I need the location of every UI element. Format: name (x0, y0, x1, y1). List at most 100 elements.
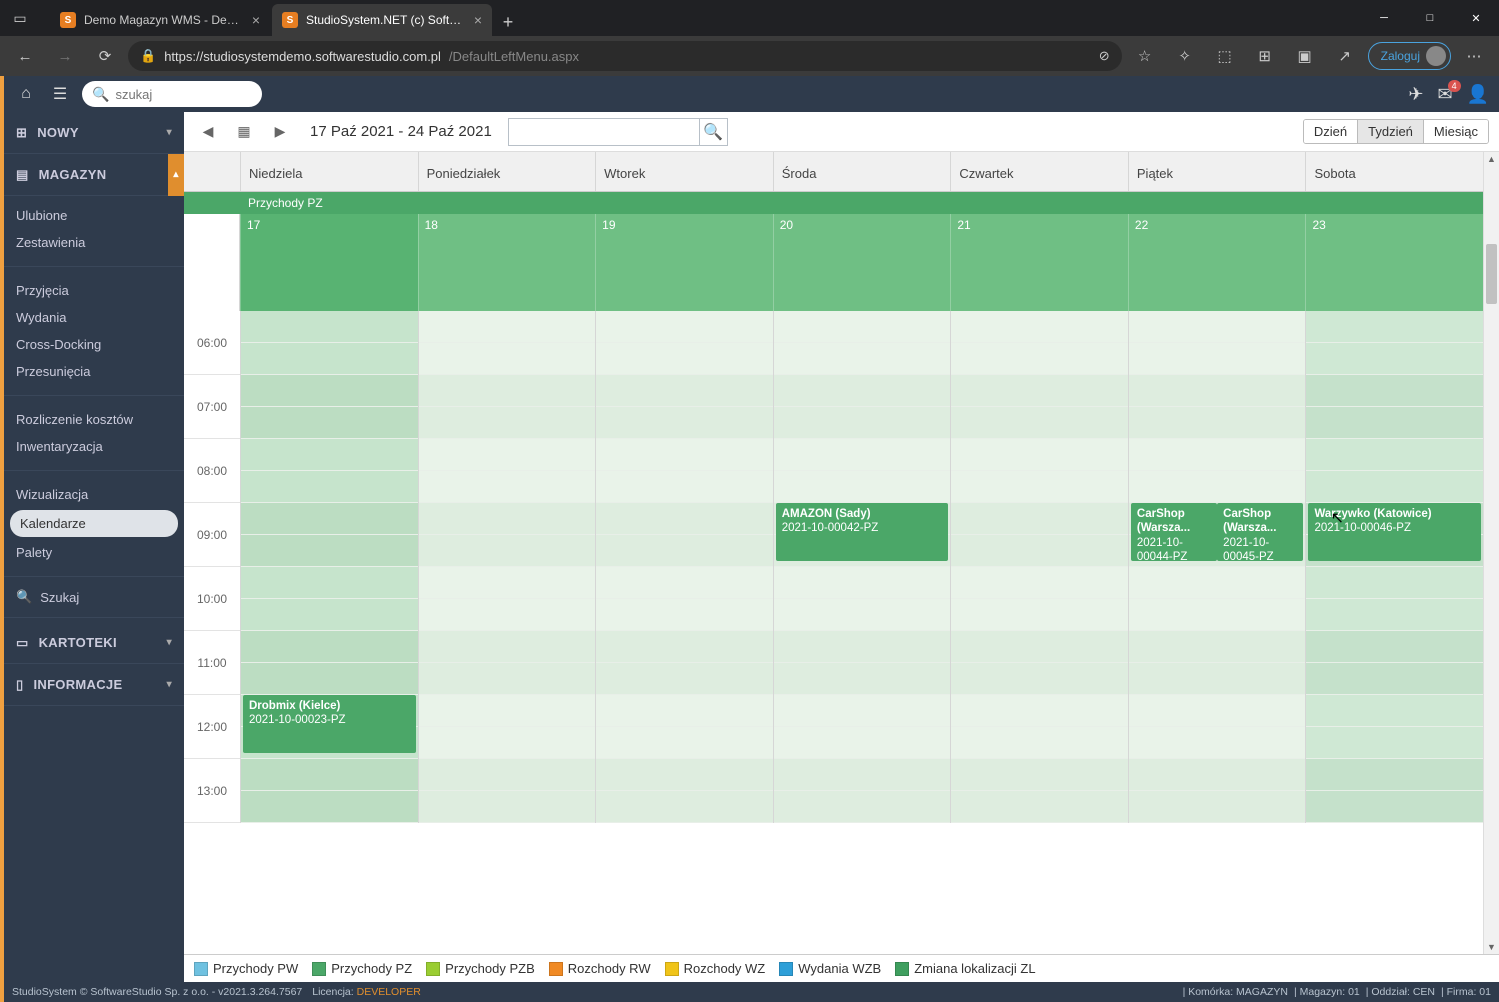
toolbar-icon[interactable]: ↗ (1328, 41, 1362, 71)
prev-button[interactable]: ◀ (194, 118, 222, 146)
sidebar-item[interactable]: Inwentaryzacja (4, 433, 184, 460)
status-segment: | Komórka: MAGAZYN (1183, 986, 1288, 998)
browser-tab[interactable]: S StudioSystem.NET (c) SoftwareSt × (272, 4, 492, 36)
allday-cell[interactable]: 17 (240, 214, 418, 311)
toolbar-icon[interactable]: ☆ (1128, 41, 1162, 71)
menu-toggle-icon[interactable]: ☰ (48, 82, 72, 106)
chevron-up-icon[interactable]: ▴ (168, 154, 184, 196)
time-label: 12:00 (184, 695, 240, 759)
sidebar-item[interactable]: Zestawienia (4, 229, 184, 256)
lock-icon: 🔒 (140, 48, 156, 64)
allday-cell[interactable]: 21 (950, 214, 1128, 311)
global-search[interactable]: 🔍 (82, 81, 262, 107)
allday-cell[interactable]: 20 (773, 214, 951, 311)
chevron-down-icon[interactable]: ▾ (167, 679, 172, 690)
next-button[interactable]: ▶ (266, 118, 294, 146)
sidebar-item[interactable]: Kalendarze (10, 510, 178, 537)
allday-cell[interactable]: 23 (1305, 214, 1483, 311)
sidebar-new[interactable]: ⊞ NOWY ▾ (4, 112, 184, 154)
sidebar-section-kartoteki[interactable]: ▭ KARTOTEKI ▾ (4, 622, 184, 664)
toolbar-icon[interactable]: ⬚ (1208, 41, 1242, 71)
day-column[interactable] (418, 311, 596, 823)
login-button[interactable]: Zaloguj (1368, 42, 1451, 70)
sidebar-item[interactable]: Rozliczenie kosztów (4, 406, 184, 433)
search-icon: 🔍 (16, 589, 32, 605)
sidebar-section-magazyn[interactable]: ▤ MAGAZYN ▴ (4, 154, 184, 196)
calendar-toolbar: ◀ ▦ ▶ 17 Paź 2021 - 24 Paź 2021 🔍 Dzień … (184, 112, 1499, 152)
sidebar-item[interactable]: Wizualizacja (4, 481, 184, 508)
favorites-icon[interactable]: ✧ (1168, 41, 1202, 71)
close-tab-icon[interactable]: × (252, 12, 260, 28)
new-tab-button[interactable]: + (494, 8, 522, 36)
day-column[interactable]: AMAZON (Sady)2021-10-00042-PZ (773, 311, 951, 823)
calendar-event[interactable]: AMAZON (Sady)2021-10-00042-PZ (776, 503, 949, 561)
user-icon[interactable]: 👤 (1467, 84, 1489, 105)
scroll-down[interactable]: ▼ (1484, 940, 1499, 954)
vertical-scrollbar[interactable]: ▲ ▼ ↖ (1483, 152, 1499, 954)
chevron-down-icon[interactable]: ▾ (167, 637, 172, 648)
day-header: Wtorek (595, 152, 773, 191)
address-bar[interactable]: 🔒 https://studiosystemdemo.softwarestudi… (128, 41, 1122, 71)
sidebar-label: NOWY (37, 125, 79, 140)
calendar-event[interactable]: CarShop (Warsza...2021-10-00045-PZ (1217, 503, 1303, 561)
reader-icon[interactable]: ⊘ (1099, 48, 1110, 64)
calendar-grid[interactable]: 06:0007:0008:0009:0010:0011:0012:0013:00… (184, 311, 1483, 954)
legend-item: Wydania WZB (779, 961, 881, 976)
sidebar-search[interactable]: 🔍 Szukaj (4, 581, 184, 613)
sidebar-item[interactable]: Przyjęcia (4, 277, 184, 304)
calendar-banner: Przychody PZ (184, 192, 1483, 214)
window-minimize[interactable]: ─ (1361, 2, 1407, 34)
more-menu-button[interactable]: ⋯ (1457, 41, 1491, 71)
chevron-down-icon[interactable]: ▾ (167, 127, 172, 138)
calendar-event[interactable]: Drobmix (Kielce)2021-10-00023-PZ (243, 695, 416, 753)
legend-item: Zmiana lokalizacji ZL (895, 961, 1035, 976)
close-tab-icon[interactable]: × (474, 12, 482, 28)
tab-actions-icon[interactable]: ▭ (0, 0, 40, 36)
scroll-thumb[interactable] (1486, 244, 1497, 304)
allday-cell[interactable]: 22 (1128, 214, 1306, 311)
day-column[interactable]: CarShop (Warsza...2021-10-00044-PZCarSho… (1128, 311, 1306, 823)
allday-cell[interactable]: 18 (418, 214, 596, 311)
inbox-icon[interactable]: ✈ (1408, 84, 1423, 105)
day-column[interactable]: Warzywko (Katowice)2021-10-00046-PZ (1305, 311, 1483, 823)
allday-cell[interactable]: 19 (595, 214, 773, 311)
datepicker-button[interactable]: ▦ (230, 118, 258, 146)
view-day[interactable]: Dzień (1304, 120, 1358, 143)
time-label: 09:00 (184, 503, 240, 567)
collections-icon[interactable]: ▣ (1288, 41, 1322, 71)
mail-icon[interactable]: ✉4 (1437, 84, 1452, 105)
legend-item: Rozchody RW (549, 961, 651, 976)
favicon: S (282, 12, 298, 28)
nav-reload-button[interactable]: ⟳ (88, 41, 122, 71)
legend-item: Rozchody WZ (665, 961, 766, 976)
sidebar-item[interactable]: Przesunięcia (4, 358, 184, 385)
search-button[interactable]: 🔍 (699, 118, 727, 146)
window-maximize[interactable]: □ (1407, 2, 1453, 34)
day-column[interactable] (595, 311, 773, 823)
sidebar-item[interactable]: Wydania (4, 304, 184, 331)
browser-tab[interactable]: S Demo Magazyn WMS - Demo o × (50, 4, 270, 36)
home-icon[interactable]: ⌂ (14, 82, 38, 106)
sidebar-item[interactable]: Palety (4, 539, 184, 566)
search-input[interactable] (115, 87, 291, 102)
view-month[interactable]: Miesiąc (1424, 120, 1488, 143)
card-icon: ▭ (16, 635, 29, 651)
scroll-up[interactable]: ▲ (1484, 152, 1499, 166)
sidebar-item[interactable]: Cross-Docking (4, 331, 184, 358)
date-range: 17 Paź 2021 - 24 Paź 2021 (310, 123, 492, 140)
toolbar-search-input[interactable] (509, 119, 699, 145)
search-icon: 🔍 (92, 86, 109, 103)
plus-icon: ⊞ (16, 125, 27, 141)
extensions-icon[interactable]: ⊞ (1248, 41, 1282, 71)
calendar-event[interactable]: Warzywko (Katowice)2021-10-00046-PZ (1308, 503, 1481, 561)
view-week[interactable]: Tydzień (1358, 120, 1424, 143)
day-column[interactable] (950, 311, 1128, 823)
sidebar-item[interactable]: Ulubione (4, 202, 184, 229)
toolbar-search[interactable]: 🔍 (508, 118, 728, 146)
calendar-event[interactable]: CarShop (Warsza...2021-10-00044-PZ (1131, 503, 1217, 561)
sidebar-section-informacje[interactable]: ▯ INFORMACJE ▾ (4, 664, 184, 706)
day-column[interactable]: Drobmix (Kielce)2021-10-00023-PZ (240, 311, 418, 823)
nav-back-button[interactable]: ← (8, 41, 42, 71)
window-close[interactable]: ✕ (1453, 2, 1499, 34)
sidebar-label: Szukaj (40, 590, 79, 605)
